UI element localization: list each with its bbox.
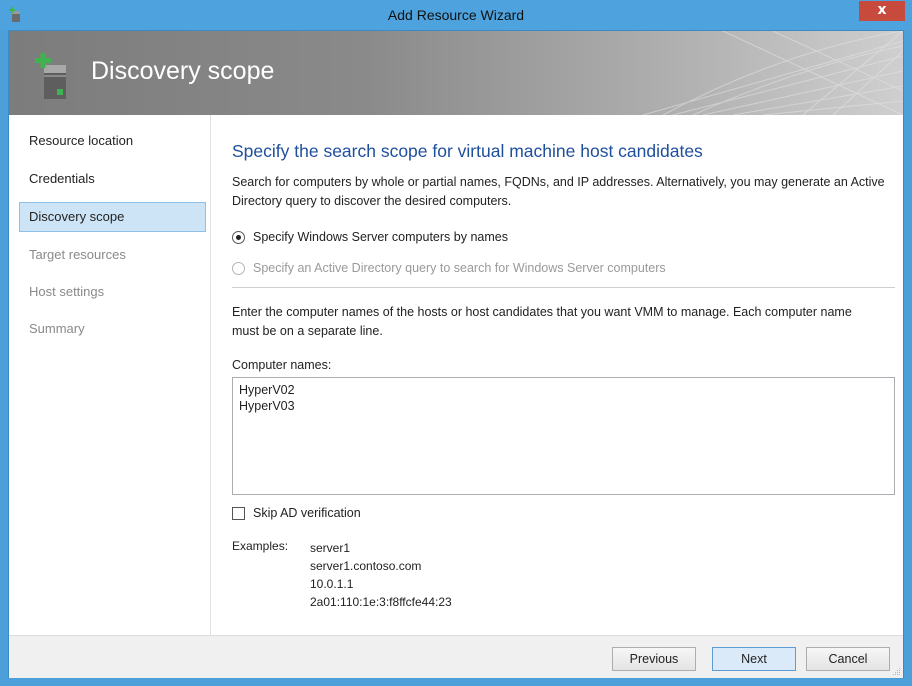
example-item: 10.0.1.1 — [310, 577, 354, 591]
button-bar: Previous Next Cancel — [9, 635, 903, 678]
computer-names-textarea[interactable]: HyperV02 HyperV03 — [232, 377, 895, 495]
close-icon: x — [877, 2, 887, 18]
computer-names-label: Computer names: — [232, 358, 332, 372]
next-button[interactable]: Next — [712, 647, 796, 671]
title-bar[interactable]: Add Resource Wizard x — [0, 0, 912, 30]
description-text: Search for computers by whole or partial… — [232, 175, 885, 208]
example-item: 2a01:110:1e:3:f8ffcfe44:23 — [310, 595, 452, 609]
instructions-text: Enter the computer names of the hosts or… — [232, 305, 852, 338]
nav-item-discovery-scope[interactable]: Discovery scope — [19, 202, 206, 232]
radio-button — [232, 261, 245, 275]
nav-item-resource-location[interactable]: Resource location — [19, 126, 206, 156]
radio-label: Specify Windows Server computers by name… — [253, 230, 508, 244]
cancel-button[interactable]: Cancel — [806, 647, 890, 671]
nav-item-target-resources: Target resources — [29, 247, 126, 262]
example-item: server1 — [310, 541, 351, 555]
nav-item-host-settings: Host settings — [29, 284, 105, 299]
page-title: Discovery scope — [91, 57, 275, 85]
radio-option-ad-query: Specify an Active Directory query to sea… — [232, 259, 666, 277]
close-button[interactable]: x — [859, 1, 905, 21]
computer-name-line: HyperV03 — [239, 399, 295, 413]
radio-label: Specify an Active Directory query to sea… — [253, 261, 666, 275]
skip-ad-checkbox[interactable] — [232, 506, 245, 520]
banner-decoration — [642, 31, 903, 115]
header-banner: Discovery scope — [9, 31, 903, 115]
nav-item-summary: Summary — [29, 321, 85, 336]
radio-option-by-names[interactable]: Specify Windows Server computers by name… — [232, 228, 508, 246]
computer-name-line: HyperV02 — [239, 383, 295, 397]
nav-item-credentials[interactable]: Credentials — [19, 164, 206, 194]
main-panel: Specify the search scope for virtual mac… — [212, 115, 903, 635]
skip-ad-verification-option[interactable]: Skip AD verification — [232, 504, 361, 522]
previous-button[interactable]: Previous — [612, 647, 696, 671]
section-heading: Specify the search scope for virtual mac… — [232, 141, 703, 161]
divider — [232, 287, 895, 288]
examples-list: server1 server1.contoso.com 10.0.1.1 2a0… — [310, 539, 452, 611]
radio-button-checked[interactable] — [232, 230, 245, 244]
example-item: server1.contoso.com — [310, 559, 422, 573]
wizard-nav: Resource location Credentials Discovery … — [9, 115, 211, 635]
window-title: Add Resource Wizard — [387, 7, 525, 23]
checkbox-label: Skip AD verification — [253, 506, 361, 520]
add-host-icon — [35, 53, 66, 99]
resize-grip-icon[interactable] — [891, 666, 901, 676]
wizard-content: Discovery scope Resource location Creden… — [8, 30, 904, 678]
examples-label: Examples: — [232, 539, 289, 553]
wizard-window: Add Resource Wizard x Discovery scope Re… — [0, 0, 912, 686]
